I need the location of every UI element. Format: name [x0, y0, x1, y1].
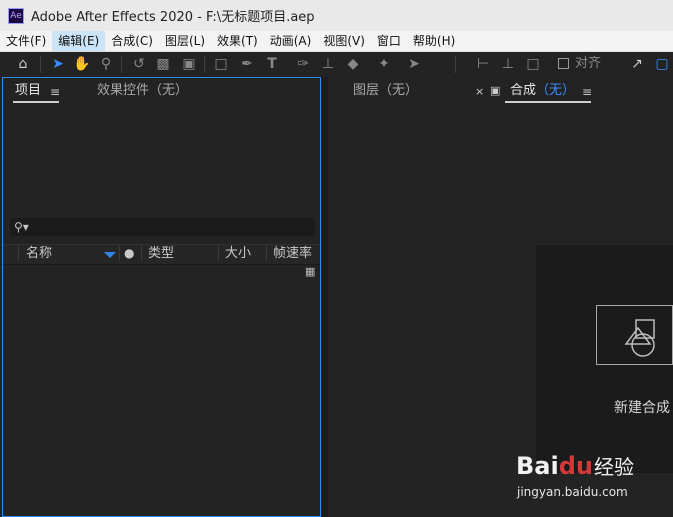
toolbar-separator	[204, 56, 205, 73]
column-name[interactable]: 名称	[26, 246, 52, 261]
menu-layer[interactable]: 图层(L)	[159, 31, 211, 51]
pen-tool-icon[interactable]: ✒	[236, 54, 258, 74]
clone-stamp-tool-icon[interactable]: ⊥	[317, 54, 339, 74]
baidu-logo-du: du	[558, 452, 593, 480]
column-type[interactable]: 类型	[148, 246, 174, 261]
tab-effect-controls[interactable]: 效果控件（无）	[97, 83, 188, 99]
app-logo-icon: Ae	[8, 7, 24, 24]
column-frame-rate[interactable]: 帧速率	[273, 246, 312, 261]
column-separator	[218, 246, 219, 261]
column-separator	[141, 246, 142, 261]
selection-tool-icon[interactable]: ➤	[47, 54, 69, 74]
tab-composition[interactable]: 合成（无）	[510, 83, 575, 99]
eraser-tool-icon[interactable]: ◆	[342, 54, 364, 74]
label-tag-icon[interactable]: ●	[124, 247, 134, 260]
tool-bar: ⌂ ➤ ✋ ⚲ ↺ ▩ ▣ □ ✒ T ✑ ⊥ ◆ ✦ ➤ ⊢ ⊥ □ ↗ ▢	[0, 52, 673, 78]
new-composition-icon	[624, 319, 655, 357]
column-size[interactable]: 大小	[225, 246, 251, 261]
menu-view[interactable]: 视图(V)	[317, 31, 371, 51]
tab-underline	[13, 101, 59, 103]
rectangle-tool-icon[interactable]: □	[210, 54, 232, 74]
column-separator	[266, 246, 267, 261]
tab-underline	[505, 101, 591, 103]
hand-tool-icon[interactable]: ✋	[71, 54, 93, 74]
camera-tool-icon[interactable]: ▩	[152, 54, 174, 74]
new-composition-label[interactable]: 新建合成	[614, 400, 670, 416]
menu-help[interactable]: 帮助(H)	[407, 31, 461, 51]
column-separator	[18, 246, 19, 261]
menu-edit[interactable]: 编辑(E)	[52, 31, 106, 51]
window-title: Adobe After Effects 2020 - F:\无标题项目.aep	[31, 10, 315, 25]
composition-panel-menu-icon[interactable]: ≡	[582, 85, 592, 99]
flowchart-icon[interactable]: ▦	[305, 266, 315, 278]
type-tool-icon[interactable]: T	[261, 54, 283, 74]
tab-project[interactable]: 项目	[15, 83, 41, 99]
axis-view-icon[interactable]: □	[522, 54, 544, 74]
watermark-url: jingyan.baidu.com	[517, 485, 628, 499]
toolbar-separator	[40, 56, 41, 73]
workspace-icon[interactable]: ▢	[651, 54, 673, 74]
sort-descending-icon[interactable]	[104, 252, 116, 258]
brush-tool-icon[interactable]: ✑	[292, 54, 314, 74]
roto-brush-tool-icon[interactable]: ✦	[373, 54, 395, 74]
project-panel	[2, 77, 321, 517]
expand-icon[interactable]: ↗	[626, 54, 648, 74]
tab-composition-none: （无）	[536, 83, 576, 98]
lock-icon[interactable]: ▣	[490, 83, 500, 99]
baidu-logo-jingyan: 经验	[594, 455, 634, 479]
snap-checkbox[interactable]	[558, 58, 569, 69]
axis-local-icon[interactable]: ⊢	[472, 54, 494, 74]
menu-animation[interactable]: 动画(A)	[264, 31, 318, 51]
menu-file[interactable]: 文件(F)	[0, 31, 52, 51]
project-panel-menu-icon[interactable]: ≡	[50, 85, 60, 99]
search-input[interactable]	[10, 218, 315, 236]
menu-window[interactable]: 窗口	[371, 31, 407, 51]
menu-bar: 文件(F) 编辑(E) 合成(C) 图层(L) 效果(T) 动画(A) 视图(V…	[0, 31, 673, 52]
tab-layer[interactable]: 图层（无）	[353, 83, 418, 99]
menu-effect[interactable]: 效果(T)	[211, 31, 264, 51]
zoom-tool-icon[interactable]: ⚲	[95, 54, 117, 74]
home-icon[interactable]: ⌂	[12, 54, 34, 74]
pan-behind-tool-icon[interactable]: ▣	[178, 54, 200, 74]
title-bar: Ae Adobe After Effects 2020 - F:\无标题项目.a…	[0, 0, 673, 31]
baidu-logo: Baidu	[516, 452, 593, 480]
axis-world-icon[interactable]: ⊥	[497, 54, 519, 74]
snap-label: 对齐	[575, 56, 602, 71]
toolbar-separator	[455, 56, 456, 73]
rotate-tool-icon[interactable]: ↺	[128, 54, 150, 74]
column-separator	[119, 246, 120, 261]
baidu-logo-bai: Bai	[516, 452, 559, 480]
puppet-pin-tool-icon[interactable]: ➤	[403, 54, 425, 74]
toolbar-separator	[121, 56, 122, 73]
new-composition-button[interactable]	[596, 305, 673, 365]
menu-composition[interactable]: 合成(C)	[105, 31, 159, 51]
tab-composition-label: 合成	[510, 83, 537, 98]
search-icon: ⚲▾	[14, 220, 29, 234]
close-icon[interactable]: ×	[475, 84, 484, 100]
